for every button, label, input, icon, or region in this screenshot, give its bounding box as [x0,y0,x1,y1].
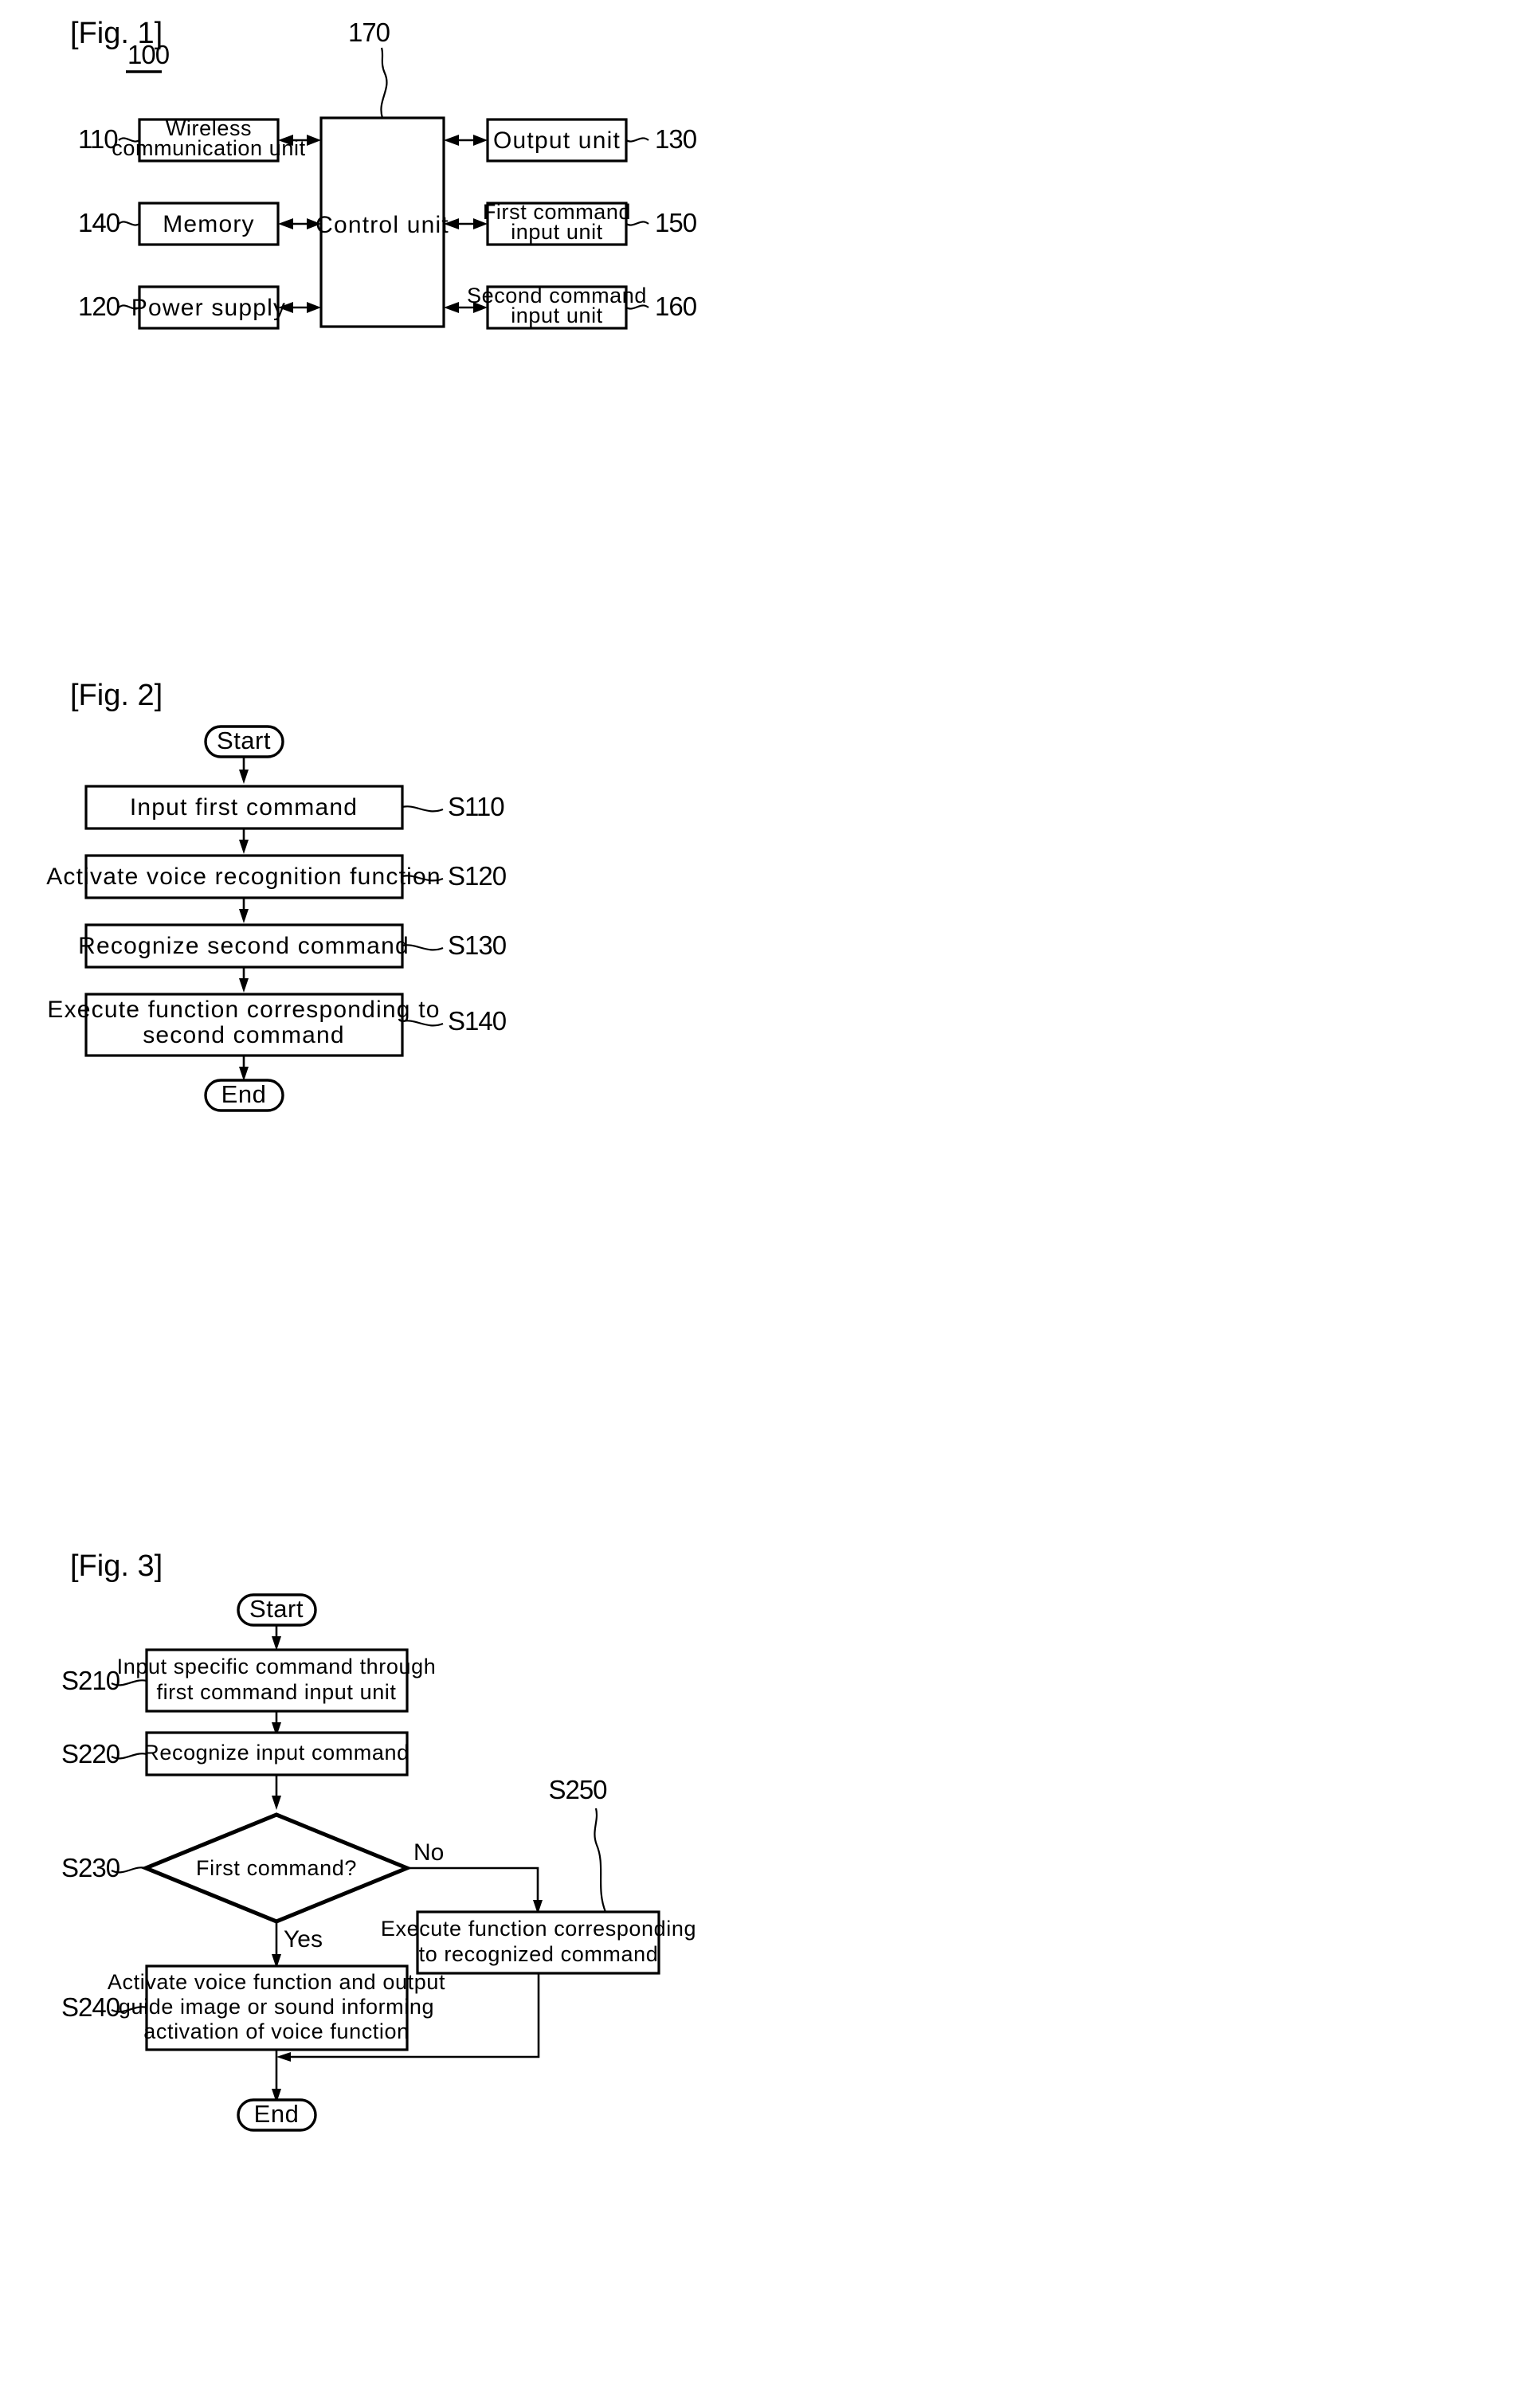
block-control-unit-label: Control unit [315,212,449,238]
fig3-step-s240-line1: Activate voice function and output [108,1970,445,1994]
fig3-step-s250-line2: to recognized command [419,1942,659,1966]
fig3-step-s210-line1: Input specific command through [117,1655,437,1678]
fig3-ref-s210: S210 [61,1666,120,1695]
fig2-ref-s130: S130 [448,930,507,960]
fig3-ref-s230: S230 [61,1853,120,1882]
fig3-ref-s250: S250 [548,1775,607,1804]
figure-3: [Fig. 3] Start Input specific command th… [61,1549,696,2132]
fig2-step-s120-label: Activate voice recognition function [46,864,441,890]
fig2-step-s140-line1: Execute function corresponding to [47,997,440,1023]
fig3-branch-yes-label: Yes [284,1926,323,1953]
fig3-step-s220-label: Recognize input command [143,1741,409,1765]
figure-3-label: [Fig. 3] [70,1549,163,1583]
block-output-unit-label: Output unit [493,127,621,154]
arrow-control-output [444,135,488,146]
fig3-end-label: End [254,2100,300,2128]
fig2-start-label: Start [217,727,271,754]
figure-2-label: [Fig. 2] [70,679,163,712]
fig2-ref-s120: S120 [448,861,507,891]
ref-120: 120 [78,292,120,321]
fig2-ref-s110: S110 [448,792,504,821]
fig3-ref-s240: S240 [61,1992,120,2022]
fig2-arrow-start-s110 [239,757,249,784]
arrow-memory-control [278,218,321,229]
block-memory-label: Memory [163,211,255,237]
leader-130 [625,137,649,143]
fig2-step-s130-label: Recognize second command [78,933,409,959]
block-first-command-line2: input unit [511,220,603,244]
fig3-step-s240-line2: guide image or sound informing [119,1995,434,2019]
patent-figure-sheet: [Fig. 1] 100 Control unit 170 Wireless c… [0,0,1540,2405]
fig3-start-label: Start [249,1595,304,1623]
fig3-arrow-s220-s230 [272,1775,281,1810]
fig3-arrow-no-s250 [407,1866,543,1914]
figure-1-system-ref: 100 [127,40,170,69]
figure-1: [Fig. 1] 100 Control unit 170 Wireless c… [70,17,698,330]
arrow-control-first-command [444,218,488,229]
leader-140 [118,221,140,226]
fig2-step-s110-label: Input first command [130,794,358,821]
block-power-supply-label: Power supply [131,295,287,321]
ref-160: 160 [655,292,697,321]
ref-150: 150 [655,208,697,237]
fig2-arrow-s110-s120 [239,828,249,854]
fig2-end-label: End [221,1080,267,1108]
ref-140: 140 [78,208,120,237]
fig3-arrow-start-s210 [272,1625,281,1651]
fig3-step-s210-line2: first command input unit [156,1680,396,1704]
fig2-step-s140-line2: second command [143,1022,345,1048]
fig2-arrow-s120-s130 [239,898,249,923]
fig2-ref-s140: S140 [448,1006,507,1036]
block-second-command-line2: input unit [511,304,603,327]
fig3-step-s250-line1: Execute function corresponding [381,1917,696,1941]
ref-130: 130 [655,124,697,154]
leader-170 [380,47,388,119]
block-wireless-line2: communication unit [112,136,305,160]
fig3-leader-s250 [594,1808,607,1913]
fig3-arrow-yes-s240 [272,1921,281,1968]
figure-2: [Fig. 2] Start Input first command S110 … [46,679,507,1112]
fig2-arrow-s140-end [239,1056,249,1081]
fig3-decision-s230-label: First command? [196,1856,357,1880]
ref-110: 110 [78,124,118,154]
fig2-leader-s110 [402,805,444,813]
ref-170: 170 [348,18,390,47]
fig3-step-s240-line3: activation of voice function [143,2019,409,2043]
fig3-branch-no-label: No [413,1839,444,1866]
fig2-arrow-s130-s140 [239,967,249,993]
fig3-ref-s220: S220 [61,1739,120,1768]
